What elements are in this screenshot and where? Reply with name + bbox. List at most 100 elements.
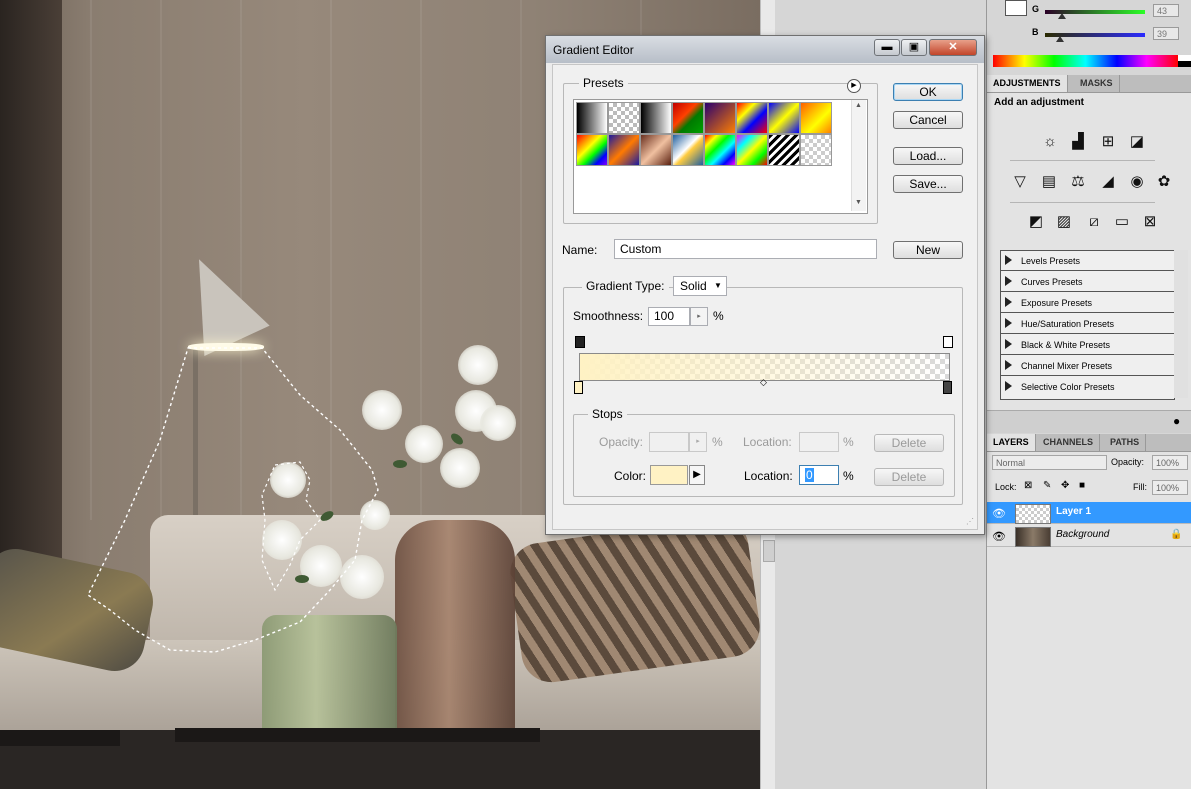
scroll-up-icon[interactable]: ▲	[855, 102, 862, 109]
color-slider-b[interactable]: B 39	[987, 27, 1191, 43]
load-button[interactable]: Load...	[893, 147, 963, 165]
smoothness-percent: %	[713, 309, 724, 323]
stop-color-location-field[interactable]: 0	[799, 465, 839, 485]
smoothness-stepper[interactable]: ▸	[690, 307, 708, 326]
lock-pixels-icon[interactable]: ✎	[1043, 480, 1051, 491]
preset-swatch[interactable]	[800, 134, 832, 166]
color-slider-g[interactable]: G 43	[987, 4, 1191, 20]
preset-item-channel-mixer[interactable]: Channel Mixer Presets	[1001, 356, 1174, 376]
cancel-button[interactable]: Cancel	[893, 111, 963, 129]
gradient-map-icon[interactable]: ▭	[1111, 211, 1133, 233]
b-value[interactable]: 39	[1153, 27, 1179, 40]
photo-filter-icon[interactable]: ◉	[1126, 171, 1148, 193]
preset-swatch[interactable]	[672, 102, 704, 134]
tab-adjustments[interactable]: ADJUSTMENTS	[987, 75, 1068, 92]
layer-row[interactable]: 👁 Background 🔒	[987, 525, 1191, 547]
dialog-body: Presets ▶ ▲ ▼ OK Cancel Load... Save... …	[552, 64, 978, 530]
preset-item-black-white[interactable]: Black & White Presets	[1001, 335, 1174, 355]
tab-layers[interactable]: LAYERS	[987, 434, 1036, 451]
levels-icon[interactable]: ▟	[1067, 131, 1089, 153]
smoothness-field[interactable]: 100	[648, 307, 690, 326]
curves-icon[interactable]: ⊞	[1097, 131, 1119, 153]
g-value[interactable]: 43	[1153, 4, 1179, 17]
preset-item-hue-saturation[interactable]: Hue/Saturation Presets	[1001, 314, 1174, 334]
color-stop-left[interactable]	[574, 381, 583, 394]
preset-item-curves[interactable]: Curves Presets	[1001, 272, 1174, 292]
fill-field[interactable]: 100%	[1152, 480, 1188, 495]
preset-swatch[interactable]	[640, 134, 672, 166]
tab-paths[interactable]: PATHS	[1104, 434, 1147, 451]
preset-swatch[interactable]	[800, 102, 832, 134]
lock-icon: 🔒	[1170, 529, 1183, 540]
gradient-midpoint-diamond[interactable]: ◇	[760, 377, 767, 388]
posterize-icon[interactable]: ▨	[1053, 211, 1075, 233]
preset-swatch[interactable]	[704, 102, 736, 134]
vibrance-icon[interactable]: ▽	[1009, 171, 1031, 193]
stop-opacity-location-percent: %	[843, 435, 854, 449]
threshold-icon[interactable]: ⧄	[1083, 211, 1105, 233]
color-spectrum-ramp[interactable]	[993, 55, 1178, 67]
invert-icon[interactable]: ◩	[1025, 211, 1047, 233]
tab-masks[interactable]: MASKS	[1074, 75, 1120, 92]
gradient-type-select[interactable]: Solid ▼	[673, 276, 727, 296]
preset-swatch[interactable]	[608, 134, 640, 166]
lock-all-icon[interactable]: ■	[1079, 480, 1085, 491]
layer-row[interactable]: 👁 Layer 1	[987, 502, 1191, 524]
visibility-eye-icon[interactable]: 👁	[992, 507, 1006, 520]
preset-swatch[interactable]	[768, 102, 800, 134]
separator	[1010, 160, 1155, 161]
brightness-contrast-icon[interactable]: ☼	[1039, 131, 1061, 153]
gradient-type-label: Gradient Type:	[582, 279, 669, 293]
dialog-titlebar[interactable]: Gradient Editor ▬ ▣ ✕	[546, 36, 984, 63]
black-white-ramp[interactable]	[1178, 55, 1191, 67]
save-button[interactable]: Save...	[893, 175, 963, 193]
presets-scrollbar[interactable]	[1174, 250, 1188, 398]
opacity-stop-right[interactable]	[943, 336, 953, 348]
exposure-icon[interactable]: ◪	[1126, 131, 1148, 153]
preset-item-levels[interactable]: Levels Presets	[1001, 251, 1174, 271]
opacity-stop-left[interactable]	[575, 336, 585, 348]
color-stop-right[interactable]	[943, 381, 952, 394]
resize-grip-icon[interactable]: ⋰	[966, 517, 974, 526]
scroll-down-icon[interactable]: ▼	[855, 199, 862, 206]
preset-swatch[interactable]	[768, 134, 800, 166]
preset-item-selective-color[interactable]: Selective Color Presets	[1001, 377, 1174, 397]
preset-swatch[interactable]	[576, 134, 608, 166]
black-white-icon[interactable]: ◢	[1097, 171, 1119, 193]
selective-color-icon[interactable]: ⊠	[1139, 211, 1161, 233]
name-field[interactable]: Custom	[614, 239, 877, 259]
maximize-button[interactable]: ▣	[901, 39, 927, 56]
scrollbar-thumb[interactable]	[763, 540, 775, 562]
clip-icon[interactable]: ●	[1173, 414, 1180, 428]
stop-color-menu-icon[interactable]: ▶	[689, 465, 705, 485]
adjustments-tabbar: ADJUSTMENTS MASKS	[987, 75, 1191, 93]
preset-swatch-grid	[573, 99, 868, 214]
lock-transparency-icon[interactable]: ⊠	[1024, 480, 1032, 491]
presets-menu-icon[interactable]: ▶	[847, 79, 861, 93]
preset-swatch[interactable]	[576, 102, 608, 134]
expand-triangle-icon	[1005, 318, 1012, 328]
ok-button[interactable]: OK	[893, 83, 963, 101]
presets-scrollbar[interactable]: ▲ ▼	[851, 100, 866, 211]
channel-mixer-icon[interactable]: ✿	[1153, 171, 1175, 193]
tab-channels[interactable]: CHANNELS	[1037, 434, 1101, 451]
hue-saturation-icon[interactable]: ▤	[1038, 171, 1060, 193]
preset-swatch[interactable]	[608, 102, 640, 134]
preset-swatch[interactable]	[736, 102, 768, 134]
minimize-button[interactable]: ▬	[874, 39, 900, 56]
b-knob[interactable]	[1056, 36, 1064, 42]
preset-item-exposure[interactable]: Exposure Presets	[1001, 293, 1174, 313]
preset-swatch[interactable]	[704, 134, 736, 166]
visibility-eye-icon[interactable]: 👁	[992, 530, 1006, 543]
lock-position-icon[interactable]: ✥	[1061, 480, 1069, 491]
new-button[interactable]: New	[893, 241, 963, 259]
blend-mode-select[interactable]: Normal	[992, 455, 1107, 470]
stop-color-swatch[interactable]	[650, 465, 688, 485]
close-button[interactable]: ✕	[929, 39, 977, 56]
preset-swatch[interactable]	[736, 134, 768, 166]
color-balance-icon[interactable]: ⚖	[1067, 171, 1089, 193]
opacity-field[interactable]: 100%	[1152, 455, 1188, 470]
preset-swatch[interactable]	[640, 102, 672, 134]
preset-swatch[interactable]	[672, 134, 704, 166]
g-knob[interactable]	[1058, 13, 1066, 19]
